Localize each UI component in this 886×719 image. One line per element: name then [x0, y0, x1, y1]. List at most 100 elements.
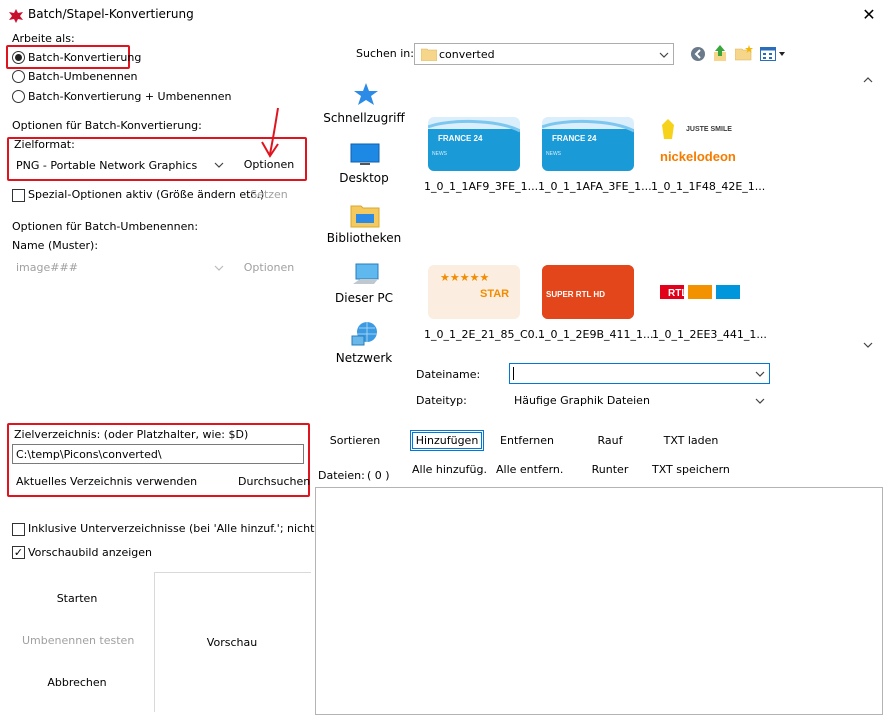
place-desktop[interactable]: Desktop: [319, 171, 409, 185]
dateiname-label: Dateiname:: [416, 368, 481, 381]
chevron-down-icon[interactable]: [755, 398, 765, 404]
zielverzeichnis-label: Zielverzeichnis: (oder Platzhalter, wie:…: [14, 428, 249, 441]
logo-top-text: JUSTE SMILE: [686, 126, 732, 133]
radio-label-batch-konvertierung: Batch-Konvertierung: [28, 51, 142, 64]
place-schnellzugriff[interactable]: Schnellzugriff: [319, 111, 409, 125]
logo-sub-text: NEWS: [432, 151, 448, 157]
back-icon[interactable]: [690, 46, 706, 62]
vorschau-area-label: Vorschau: [206, 636, 258, 649]
network-icon[interactable]: [350, 320, 380, 348]
starten-button[interactable]: Starten: [22, 592, 132, 605]
dateien-label: Dateien:: [318, 469, 365, 482]
rauf-button[interactable]: Rauf: [592, 434, 628, 447]
thumbnail-caption: 1_0_1_2EE3_441_1...: [652, 328, 767, 341]
thumbnail-star[interactable]: ★★★★★ STAR: [428, 265, 520, 319]
radio-batch-konvertierung[interactable]: [12, 51, 25, 67]
zielformat-label: Zielformat:: [14, 138, 75, 151]
zielformat-select[interactable]: PNG - Portable Network Graphics: [16, 159, 197, 172]
thumbnail-caption: 1_0_1_2E_21_85_C0...: [424, 328, 546, 341]
zielverzeichnis-input[interactable]: C:\temp\Picons\converted\: [12, 444, 304, 464]
inklusive-label: Inklusive Unterverzeichnisse (bei 'Alle …: [28, 522, 353, 535]
txt-laden-button[interactable]: TXT laden: [660, 434, 722, 447]
libraries-icon[interactable]: [350, 202, 380, 228]
thumbnail-caption: 1_0_1_1F48_42E_1...: [651, 180, 766, 193]
radio-label-batch-beides: Batch-Konvertierung + Umbenennen: [28, 90, 232, 103]
thumbnail-caption: 1_0_1_1AF9_3FE_1...: [424, 180, 539, 193]
logo-sub-text: NEWS: [546, 151, 562, 157]
dateityp-select[interactable]: Häufige Graphik Dateien: [514, 394, 650, 407]
place-dieser-pc[interactable]: Dieser PC: [319, 291, 409, 305]
radio-batch-umbenennen[interactable]: [12, 70, 25, 86]
divider: [154, 572, 155, 712]
runter-button[interactable]: Runter: [590, 463, 630, 476]
text-cursor: [513, 367, 514, 380]
folder-name: converted: [439, 48, 495, 61]
rename-section-label: Optionen für Batch-Umbenennen:: [12, 220, 199, 233]
thumbnail-france24-a[interactable]: FRANCE 24 NEWS: [428, 117, 520, 171]
window-title: Batch/Stapel-Konvertierung: [28, 7, 194, 21]
umbenennen-testen-button[interactable]: Umbenennen testen: [22, 634, 134, 647]
app-icon: [9, 9, 23, 23]
thumbnail-caption: 1_0_1_1AFA_3FE_1...: [538, 180, 652, 193]
star-icon[interactable]: [352, 82, 380, 106]
place-bibliotheken[interactable]: Bibliotheken: [319, 231, 409, 245]
place-netzwerk[interactable]: Netzwerk: [319, 351, 409, 365]
folder-combo[interactable]: converted: [414, 43, 674, 65]
chevron-down-icon: [755, 371, 765, 377]
name-muster-label: Name (Muster):: [12, 239, 99, 252]
divider: [155, 572, 311, 573]
alle-entfernen-button[interactable]: Alle entfern.: [496, 463, 563, 476]
arbeite-als-label: Arbeite als:: [12, 32, 75, 45]
folder-icon: [421, 48, 437, 61]
aktuelles-verzeichnis-button[interactable]: Aktuelles Verzeichnis verwenden: [16, 475, 197, 488]
convert-section-label: Optionen für Batch-Konvertierung:: [12, 119, 202, 132]
vorschau-label: Vorschaubild anzeigen: [28, 546, 152, 559]
logo-text: RTL: [668, 288, 687, 299]
dateityp-label: Dateityp:: [416, 394, 467, 407]
scroll-down-icon[interactable]: [863, 342, 873, 348]
vorschau-checkbox[interactable]: [12, 546, 25, 559]
up-folder-icon[interactable]: [712, 44, 728, 62]
zielverzeichnis-value: C:\temp\Picons\converted\: [16, 448, 162, 461]
spezial-label: Spezial-Optionen aktiv (Größe ändern etc…: [28, 188, 265, 201]
dateiname-input[interactable]: [509, 363, 770, 384]
radio-label-batch-umbenennen: Batch-Umbenennen: [28, 70, 138, 83]
chevron-down-icon[interactable]: [214, 265, 224, 271]
chevron-down-icon[interactable]: [214, 162, 224, 168]
inklusive-checkbox[interactable]: [12, 523, 25, 536]
logo-text: nickelodeon: [660, 149, 736, 164]
logo-text: SUPER RTL HD: [546, 290, 605, 299]
file-list[interactable]: [315, 487, 883, 715]
chevron-down-icon: [659, 52, 669, 58]
close-icon[interactable]: ✕: [858, 4, 880, 26]
name-muster-input[interactable]: image###: [16, 261, 78, 274]
thumbnail-caption: 1_0_1_2E9B_411_1...: [538, 328, 654, 341]
annotation-arrow-icon: [261, 107, 279, 158]
abbrechen-button[interactable]: Abbrechen: [22, 676, 132, 689]
txt-speichern-button[interactable]: TXT speichern: [652, 463, 730, 476]
durchsuchen-button[interactable]: Durchsuchen: [238, 475, 310, 488]
sortieren-button[interactable]: Sortieren: [326, 434, 384, 447]
hinzufuegen-button[interactable]: Hinzufügen: [410, 430, 484, 451]
new-folder-icon[interactable]: [735, 45, 753, 61]
suchen-in-label: Suchen in:: [356, 47, 414, 60]
view-menu-icon[interactable]: [760, 46, 786, 62]
setzen-button[interactable]: Setzen: [244, 188, 294, 201]
logo-text: STAR: [480, 288, 509, 300]
thumbnail-super-rtl[interactable]: SUPER RTL HD: [542, 265, 634, 319]
rename-optionen-button[interactable]: Optionen: [240, 261, 298, 274]
desktop-icon[interactable]: [350, 143, 380, 167]
this-pc-icon[interactable]: [352, 262, 380, 288]
logo-text: FRANCE 24: [552, 134, 597, 143]
thumbnail-france24-b[interactable]: FRANCE 24 NEWS: [542, 117, 634, 171]
scroll-up-icon[interactable]: [863, 77, 873, 83]
radio-batch-beides[interactable]: [12, 90, 25, 106]
thumbnail-rtl[interactable]: RTL: [656, 265, 748, 319]
entfernen-button[interactable]: Entfernen: [498, 434, 556, 447]
alle-hinzufuegen-button[interactable]: Alle hinzufüg.: [412, 463, 487, 476]
dateien-count: ( 0 ): [367, 469, 390, 482]
svg-text:★★★★★: ★★★★★: [440, 271, 489, 284]
thumbnail-nickelodeon[interactable]: JUSTE SMILE nickelodeon: [656, 117, 748, 171]
spezial-checkbox[interactable]: [12, 189, 25, 202]
logo-text: FRANCE 24: [438, 134, 483, 143]
